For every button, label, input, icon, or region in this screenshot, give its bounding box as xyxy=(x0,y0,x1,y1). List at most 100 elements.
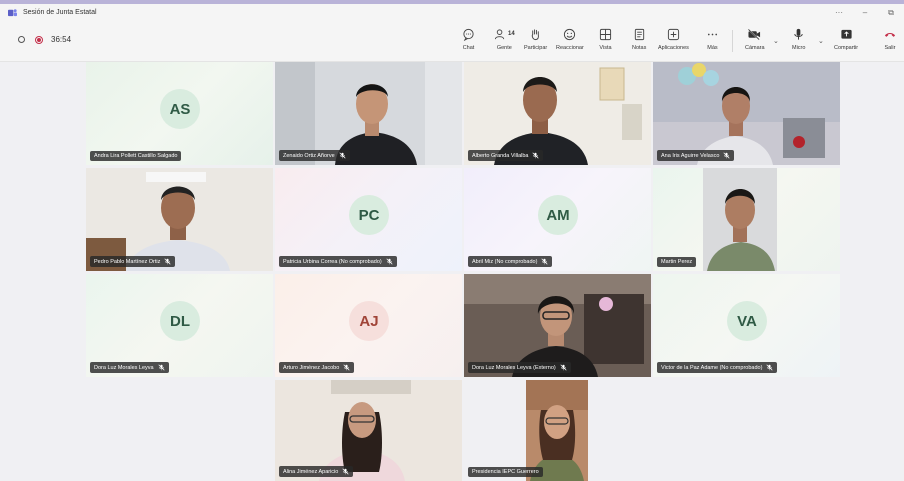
participant-name: Martin Perez xyxy=(657,257,697,267)
toolbar-separator xyxy=(732,30,733,52)
mic-label: Micro xyxy=(792,45,806,51)
avatar: AS xyxy=(160,89,200,129)
recording-icon xyxy=(35,35,43,44)
avatar: AM xyxy=(538,195,578,235)
participant-name: Presidencia IEPC Guerrero xyxy=(468,467,543,477)
muted-mic-icon xyxy=(723,152,730,159)
notes-label: Notas xyxy=(632,45,647,51)
react-label: Reaccionar xyxy=(556,45,584,51)
mic-button[interactable]: Micro xyxy=(792,25,805,51)
meeting-timer: 36:54 xyxy=(51,35,72,44)
muted-mic-icon xyxy=(386,258,393,265)
hand-icon xyxy=(531,28,540,40)
participant-name: Alina Jiménez Aparicio xyxy=(279,466,354,477)
video-grid: AS Andra Lira Pollett Castillo Salgado Z… xyxy=(0,62,904,481)
window-titlebar: Sesión de Junta Estatal ··· – ⧉ xyxy=(0,4,904,21)
muted-mic-icon xyxy=(164,258,171,265)
muted-mic-icon xyxy=(339,152,346,159)
avatar: PC xyxy=(349,195,389,235)
notes-icon xyxy=(634,28,644,40)
avatar: DL xyxy=(160,301,200,341)
participant-tile[interactable]: Martin Perez xyxy=(653,168,840,271)
leave-label: Salir xyxy=(884,45,896,51)
participant-tile[interactable]: AJ Arturo Jiménez Jacobo xyxy=(275,274,462,377)
people-count: 14 xyxy=(508,31,515,37)
window-more-button[interactable]: ··· xyxy=(826,8,852,17)
hang-up-icon xyxy=(884,32,896,37)
muted-mic-icon xyxy=(541,258,548,265)
window-title: Sesión de Junta Estatal xyxy=(23,9,97,16)
window-controls: ··· – ⧉ xyxy=(826,4,904,21)
participant-name: Andra Lira Pollett Castillo Salgado xyxy=(90,151,182,161)
chat-label: Chat xyxy=(462,45,475,51)
participant-name: Arturo Jiménez Jacobo xyxy=(279,362,355,373)
participant-video xyxy=(703,168,777,271)
muted-mic-icon xyxy=(560,364,567,371)
camera-button[interactable]: Cámara xyxy=(745,25,765,51)
share-label: Compartir xyxy=(834,45,859,51)
apps-button[interactable]: Aplicaciones xyxy=(658,25,689,51)
view-button[interactable]: Vista xyxy=(599,25,612,51)
raise-hand-label: Participar xyxy=(524,45,548,51)
camera-off-icon xyxy=(748,28,761,40)
react-button[interactable]: Reaccionar xyxy=(556,25,584,51)
participant-name: Alberto Granda Villalba xyxy=(468,150,544,161)
smile-icon xyxy=(564,28,576,40)
apps-label: Aplicaciones xyxy=(658,45,689,51)
view-label: Vista xyxy=(599,45,612,51)
participant-name: Abril Miz (No comprobado) xyxy=(468,256,553,267)
participant-name: Victor de la Paz Adame (No comprobado) xyxy=(657,362,778,373)
more-button[interactable]: Más xyxy=(706,25,719,51)
leave-button[interactable]: Salir xyxy=(883,25,897,51)
avatar: AJ xyxy=(349,301,389,341)
participant-name: Dora Luz Morales Leyva xyxy=(90,362,169,373)
people-button[interactable]: 14 Gente xyxy=(494,25,515,51)
participant-name: Dora Luz Morales Leyva (Externo) xyxy=(468,362,571,373)
participant-name: Zenaido Ortiz Añorve xyxy=(279,150,350,161)
participant-tile[interactable]: Pedro Pablo Martínez Ortiz xyxy=(86,168,273,271)
add-apps-icon xyxy=(667,28,680,40)
participant-tile[interactable]: Alberto Granda Villalba xyxy=(464,62,651,165)
share-button[interactable]: Compartir xyxy=(834,25,858,51)
muted-mic-icon xyxy=(158,364,165,371)
more-icon xyxy=(707,33,718,35)
participant-tile[interactable]: Ana Iris Aguirre Velasco xyxy=(653,62,840,165)
chat-button[interactable]: Chat xyxy=(462,25,475,51)
participant-name: Pedro Pablo Martínez Ortiz xyxy=(90,256,176,267)
participant-name: Ana Iris Aguirre Velasco xyxy=(657,150,735,161)
window-minimize-button[interactable]: – xyxy=(852,8,878,17)
participant-name: Patricia Urbina Correa (No comprobado) xyxy=(279,256,397,267)
participant-tile[interactable]: Presidencia IEPC Guerrero xyxy=(464,380,651,481)
meeting-status: 36:54 xyxy=(18,35,71,44)
people-label: Gente xyxy=(496,45,512,51)
muted-mic-icon xyxy=(342,468,349,475)
people-icon xyxy=(494,28,505,39)
microphone-icon xyxy=(794,28,803,40)
participant-tile[interactable]: DL Dora Luz Morales Leyva xyxy=(86,274,273,377)
participant-tile[interactable]: PC Patricia Urbina Correa (No comprobado… xyxy=(275,168,462,271)
avatar: VA xyxy=(727,301,767,341)
share-screen-icon xyxy=(840,29,852,39)
participant-tile[interactable]: Zenaido Ortiz Añorve xyxy=(275,62,462,165)
participant-tile[interactable]: Alina Jiménez Aparicio xyxy=(275,380,462,481)
mic-options-chevron-icon[interactable]: ⌄ xyxy=(818,37,824,45)
chat-icon xyxy=(463,28,474,41)
more-label: Más xyxy=(707,45,718,51)
camera-label: Cámara xyxy=(745,45,765,51)
participant-tile[interactable]: VA Victor de la Paz Adame (No comprobado… xyxy=(653,274,840,377)
participant-tile[interactable]: AS Andra Lira Pollett Castillo Salgado xyxy=(86,62,273,165)
muted-mic-icon xyxy=(343,364,350,371)
participant-tile[interactable]: AM Abril Miz (No comprobado) xyxy=(464,168,651,271)
window-restore-button[interactable]: ⧉ xyxy=(878,8,904,18)
muted-mic-icon xyxy=(766,364,773,371)
participant-tile[interactable]: Dora Luz Morales Leyva (Externo) xyxy=(464,274,651,377)
notes-button[interactable]: Notas xyxy=(632,25,646,51)
camera-options-chevron-icon[interactable]: ⌄ xyxy=(773,37,779,45)
grid-view-icon xyxy=(599,28,612,40)
shield-icon xyxy=(18,36,25,43)
participant-video xyxy=(526,380,588,481)
teams-app-icon xyxy=(8,8,17,17)
meeting-toolbar: 36:54 Chat 14 Gente Participar Reacciona… xyxy=(0,21,904,62)
muted-mic-icon xyxy=(532,152,540,159)
raise-hand-button[interactable]: Participar xyxy=(524,25,547,51)
